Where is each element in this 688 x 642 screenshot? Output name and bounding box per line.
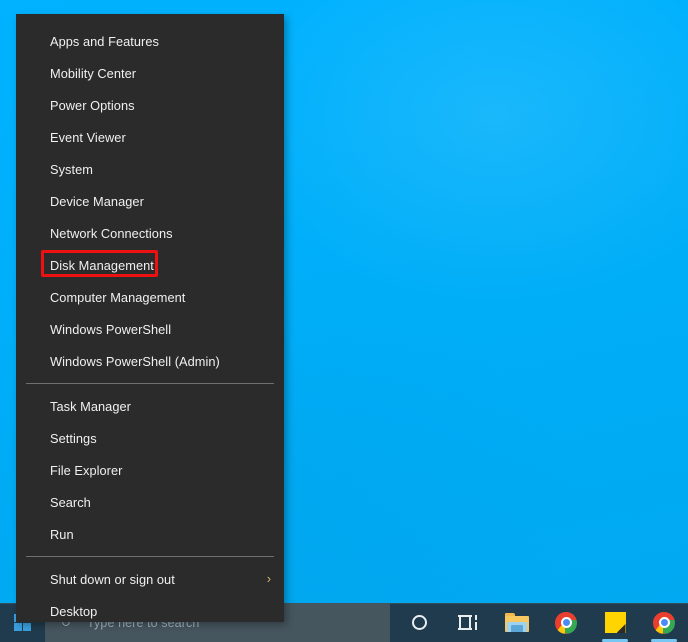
menu-item-run[interactable]: Run bbox=[16, 518, 284, 550]
menu-item-label: Run bbox=[50, 526, 74, 542]
menu-item-task-manager[interactable]: Task Manager bbox=[16, 390, 284, 422]
menu-item-device-manager[interactable]: Device Manager bbox=[16, 185, 284, 217]
cortana-icon bbox=[411, 615, 427, 630]
menu-item-label: Computer Management bbox=[50, 289, 186, 305]
menu-item-network-connections[interactable]: Network Connections bbox=[16, 217, 284, 249]
chrome-icon-2 bbox=[653, 611, 675, 634]
menu-item-label: Shut down or sign out bbox=[50, 571, 175, 587]
taskbar-sticky-notes-button[interactable] bbox=[591, 603, 639, 642]
quick-link-context-menu: Apps and Features Mobility Center Power … bbox=[16, 14, 284, 622]
menu-item-label: Event Viewer bbox=[50, 129, 126, 145]
menu-item-label: Desktop bbox=[50, 603, 98, 619]
taskbar-cortana-button[interactable] bbox=[395, 603, 443, 642]
taskbar-task-view-button[interactable] bbox=[443, 603, 491, 642]
menu-item-file-explorer[interactable]: File Explorer bbox=[16, 454, 284, 486]
taskbar-chrome-button-2[interactable] bbox=[640, 603, 688, 642]
menu-item-label: Power Options bbox=[50, 97, 135, 113]
menu-item-windows-powershell-admin[interactable]: Windows PowerShell (Admin) bbox=[16, 345, 284, 377]
menu-item-disk-management[interactable]: Disk Management bbox=[16, 249, 284, 281]
menu-item-label: Windows PowerShell bbox=[50, 321, 172, 337]
sticky-notes-icon bbox=[604, 612, 626, 633]
menu-item-label: Network Connections bbox=[50, 225, 173, 241]
menu-item-label: Task Manager bbox=[50, 398, 131, 414]
menu-item-label: Disk Management bbox=[50, 257, 154, 273]
menu-item-event-viewer[interactable]: Event Viewer bbox=[16, 121, 284, 153]
menu-item-label: Search bbox=[50, 494, 91, 510]
menu-group-system-tools: Apps and Features Mobility Center Power … bbox=[16, 25, 284, 377]
menu-item-label: Device Manager bbox=[50, 193, 144, 209]
task-view-icon bbox=[457, 615, 477, 630]
menu-item-label: Apps and Features bbox=[50, 33, 159, 49]
menu-item-label: Mobility Center bbox=[50, 65, 137, 81]
file-explorer-icon bbox=[505, 612, 529, 633]
taskbar-chrome-button[interactable] bbox=[542, 603, 590, 642]
menu-group-session: Shut down or sign out › Desktop bbox=[16, 563, 284, 627]
menu-item-label: Windows PowerShell (Admin) bbox=[50, 353, 220, 369]
chevron-right-icon: › bbox=[266, 571, 272, 586]
menu-item-label: System bbox=[50, 161, 93, 177]
menu-item-label: Settings bbox=[50, 430, 97, 446]
menu-item-desktop[interactable]: Desktop bbox=[16, 595, 284, 627]
menu-item-windows-powershell[interactable]: Windows PowerShell bbox=[16, 313, 284, 345]
menu-group-utilities: Task Manager Settings File Explorer Sear… bbox=[16, 390, 284, 550]
menu-separator-1 bbox=[26, 383, 274, 384]
menu-item-settings[interactable]: Settings bbox=[16, 422, 284, 454]
menu-item-mobility-center[interactable]: Mobility Center bbox=[16, 57, 284, 89]
menu-item-computer-management[interactable]: Computer Management bbox=[16, 281, 284, 313]
menu-item-search[interactable]: Search bbox=[16, 486, 284, 518]
screen: ○ Type here to search Apps and Features … bbox=[0, 0, 688, 642]
menu-item-apps-and-features[interactable]: Apps and Features bbox=[16, 25, 284, 57]
menu-item-label: File Explorer bbox=[50, 462, 123, 478]
menu-separator-2 bbox=[26, 556, 274, 557]
chrome-icon bbox=[555, 611, 577, 634]
menu-item-system[interactable]: System bbox=[16, 153, 284, 185]
menu-top-padding bbox=[16, 14, 284, 25]
taskbar-file-explorer-button[interactable] bbox=[493, 603, 541, 642]
menu-item-shut-down-or-sign-out[interactable]: Shut down or sign out › bbox=[16, 563, 284, 595]
menu-item-power-options[interactable]: Power Options bbox=[16, 89, 284, 121]
